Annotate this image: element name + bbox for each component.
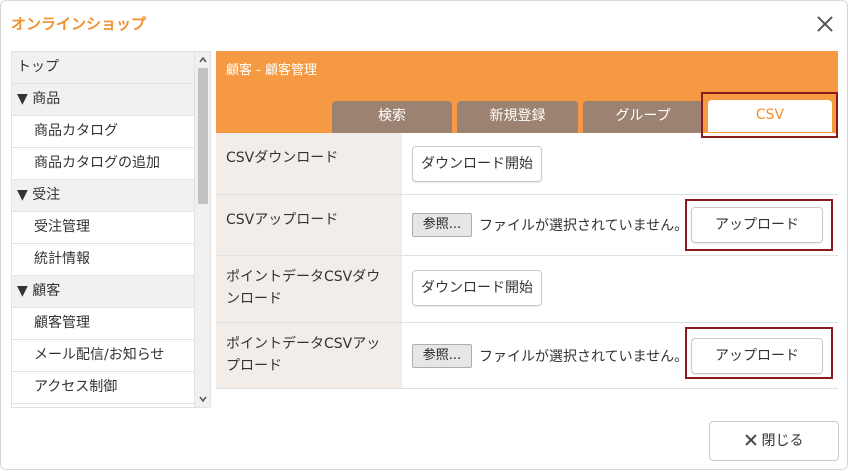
sidebar-item-statistics[interactable]: 統計情報 (12, 244, 195, 276)
close-button-label: 閉じる (761, 433, 804, 449)
sidebar-category-orders[interactable]: ▼ 受注 (12, 180, 195, 212)
scroll-up-icon[interactable] (199, 56, 207, 64)
row-label: CSVダウンロード (216, 133, 402, 194)
highlight-csv-tab (701, 92, 838, 138)
sidebar-item-add-product[interactable]: 商品カタログの追加 (12, 148, 195, 180)
row-point-csv-download: ポイントデータCSVダウンロード ダウンロード開始 (216, 256, 838, 323)
sidebar-item-customer-management[interactable]: 顧客管理 (12, 308, 195, 340)
scrollbar-thumb[interactable] (198, 68, 208, 204)
sidebar-item-mail-notices[interactable]: メール配信/お知らせ (12, 340, 195, 372)
file-status-text: ファイルが選択されていません。 (479, 218, 689, 234)
download-start-button[interactable]: ダウンロード開始 (412, 146, 542, 182)
sidebar-list: トップ ▼ 商品 商品カタログ 商品カタログの追加 ▼ 受注 受注管理 統計情報… (12, 52, 195, 404)
sidebar-category-products[interactable]: ▼ 商品 (12, 84, 195, 116)
sidebar-item-product-catalog[interactable]: 商品カタログ (12, 116, 195, 148)
tab-new-registration[interactable]: 新規登録 (457, 101, 578, 133)
row-label: ポイントデータCSVアップロード (216, 323, 402, 388)
close-icon (745, 434, 757, 446)
row-csv-download: CSVダウンロード ダウンロード開始 (216, 133, 838, 195)
scroll-down-icon[interactable] (199, 395, 207, 403)
tab-search[interactable]: 検索 (332, 101, 452, 133)
window-title: オンラインショップ (11, 15, 147, 33)
sidebar-scrollbar[interactable] (194, 52, 210, 407)
sidebar-item-top[interactable]: トップ (12, 52, 195, 84)
dialog-window: オンラインショップ トップ ▼ 商品 商品カタログ 商品カタログの追加 ▼ 受注… (0, 0, 848, 470)
file-status-text: ファイルが選択されていません。 (479, 349, 689, 365)
row-label: ポイントデータCSVダウンロード (216, 256, 402, 322)
sidebar-item-access-control[interactable]: アクセス制御 (12, 372, 195, 404)
row-label: CSVアップロード (216, 195, 402, 255)
close-icon[interactable] (815, 14, 835, 34)
highlight-point-upload-button (685, 327, 833, 379)
point-browse-button[interactable]: 参照... (412, 344, 472, 368)
sidebar: トップ ▼ 商品 商品カタログ 商品カタログの追加 ▼ 受注 受注管理 統計情報… (11, 51, 211, 408)
tab-group[interactable]: グループ (583, 101, 703, 133)
close-button[interactable]: 閉じる (709, 421, 839, 461)
panel-header: 顧客 - 顧客管理 (216, 51, 838, 91)
browse-button[interactable]: 参照... (412, 213, 472, 237)
sidebar-item-order-management[interactable]: 受注管理 (12, 212, 195, 244)
highlight-upload-button (685, 199, 833, 251)
sidebar-category-customers[interactable]: ▼ 顧客 (12, 276, 195, 308)
point-download-start-button[interactable]: ダウンロード開始 (412, 270, 542, 306)
